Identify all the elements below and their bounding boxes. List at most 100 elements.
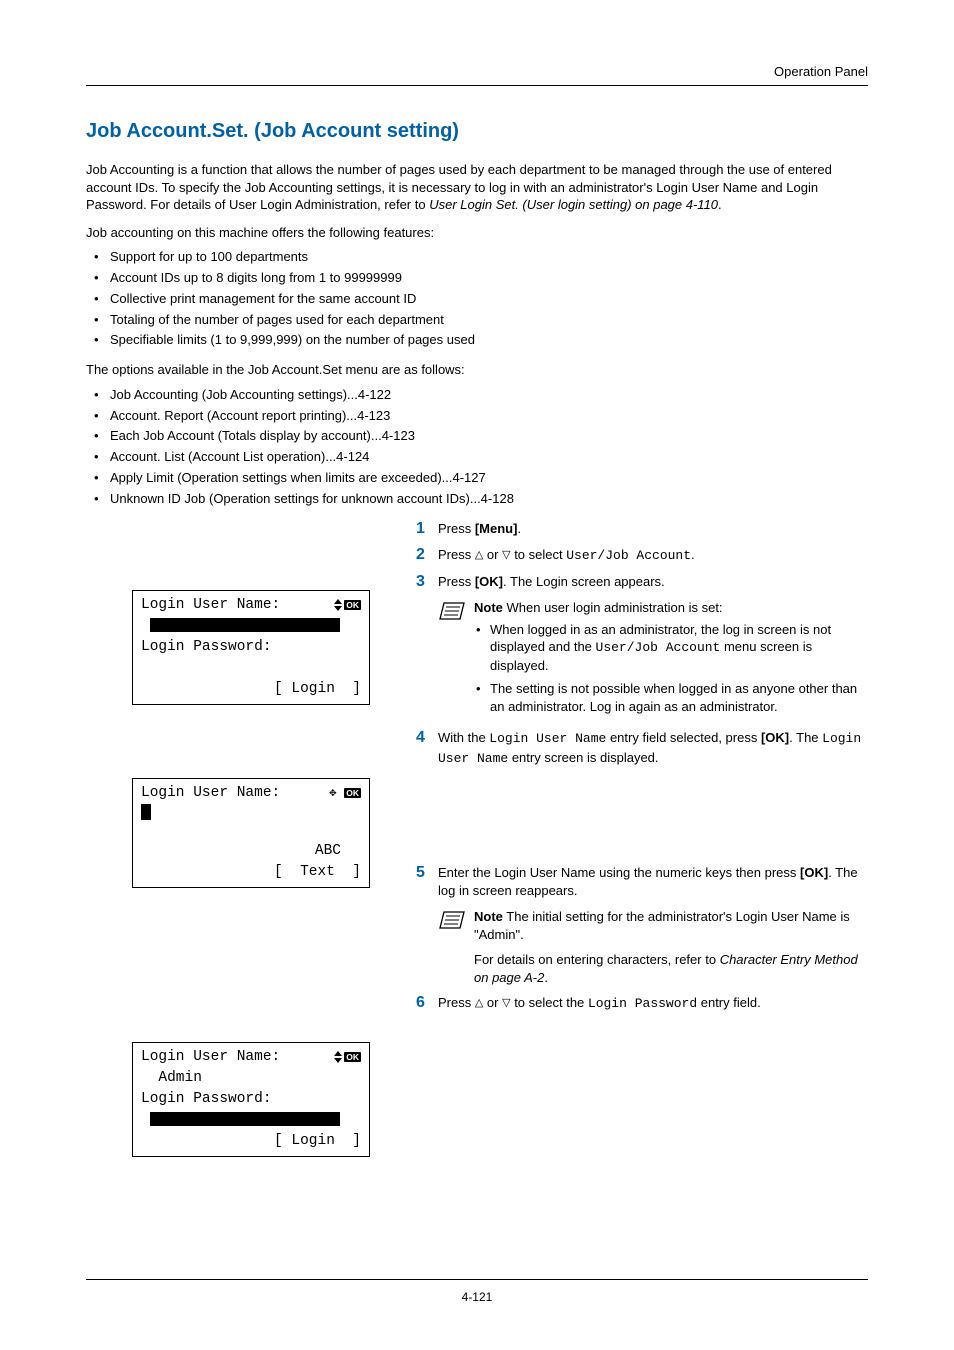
page-number: 4-121 [86,1290,868,1304]
note-mono: User/Job Account [596,640,721,655]
updown-icon [334,599,342,611]
lcd-screen-password: Login User Name: OK Admin Login Password… [132,1042,370,1157]
step-mono: User/Job Account [566,548,691,563]
lcd-mode: ABC [315,841,341,862]
step-number: 6 [416,994,438,1012]
updown-icon [334,1051,342,1063]
step-number: 2 [416,546,438,564]
step-1: 1 Press [Menu]. [416,520,868,538]
list-item: Account. List (Account List operation)..… [86,447,868,468]
note-text: When user login administration is set: [503,600,723,615]
features-list: Support for up to 100 departments Accoun… [86,247,868,351]
step-text: . [691,547,695,562]
triangle-down-icon: ▽ [502,996,510,1011]
step-text: Enter the Login User Name using the nume… [438,865,800,880]
step-text: entry field. [697,995,761,1010]
ok-icon: OK [344,788,361,799]
step-3-note: Note When user login administration is s… [416,599,868,721]
step-text: entry field selected, press [606,730,761,745]
options-list: Job Accounting (Job Accounting settings)… [86,385,868,510]
step-text: . [517,521,521,536]
step-bold: [OK] [475,574,503,589]
note-text: . [544,970,548,985]
ok-icon: OK [344,600,361,611]
step-text: or [483,995,502,1010]
ok-icon: OK [344,1052,361,1063]
lcd-icons: OK [334,599,361,611]
lcd-icons: OK [330,787,361,799]
fourway-icon [330,787,342,799]
step-text: to select [511,547,567,562]
list-item: Collective print management for the same… [86,289,868,310]
step-text: Press [438,521,475,536]
lcd-label: Login Password: [141,637,272,658]
lcd-softkey: [ Text ] [274,862,361,883]
lcd-screen-login: Login User Name: OK Login Password: [ Lo… [132,590,370,705]
step-text: to select the [511,995,588,1010]
step-text: entry screen is displayed. [508,750,658,765]
note-icon [438,599,466,623]
options-intro: The options available in the Job Account… [86,361,868,379]
lcd-softkey: [ Login ] [274,1131,361,1152]
lcd-label: Login User Name: [141,1047,280,1068]
lcd-highlight [141,1110,340,1131]
features-intro: Job accounting on this machine offers th… [86,224,868,242]
list-item: Support for up to 100 departments [86,247,868,268]
step-text: With the [438,730,489,745]
lcd-label: Login Password: [141,1089,272,1110]
note-label: Note [474,909,503,924]
note-label: Note [474,600,503,615]
step-bold: [OK] [761,730,789,745]
step-bold: [OK] [800,865,828,880]
step-5-note: Note The initial setting for the adminis… [416,908,868,986]
step-4: 4 With the Login User Name entry field s… [416,729,868,767]
note-text: The initial setting for the administrato… [474,909,850,942]
section-title: Job Account.Set. (Job Account setting) [86,120,868,143]
list-item: Job Accounting (Job Accounting settings)… [86,385,868,406]
page-footer: 4-121 [86,1279,868,1304]
lcd-screen-entry: Login User Name: OK ABC [ Text ] [132,778,370,888]
list-item: Unknown ID Job (Operation settings for u… [86,489,868,510]
step-number: 4 [416,729,438,747]
step-2: 2 Press △ or ▽ to select User/Job Accoun… [416,546,868,565]
lcd-icons: OK [334,1051,361,1063]
step-mono: Login Password [588,996,697,1011]
list-item: Account IDs up to 8 digits long from 1 t… [86,268,868,289]
list-item: Apply Limit (Operation settings when lim… [86,468,868,489]
lcd-softkey: [ Login ] [274,679,361,700]
step-text: . The [789,730,822,745]
list-item: Specifiable limits (1 to 9,999,999) on t… [86,330,868,351]
step-3: 3 Press [OK]. The Login screen appears. [416,573,868,591]
list-item: The setting is not possible when logged … [474,680,868,715]
intro-paragraph: Job Accounting is a function that allows… [86,161,868,214]
step-mono: Login User Name [489,731,606,746]
list-item: Each Job Account (Totals display by acco… [86,426,868,447]
intro-link: User Login Set. (User login setting) on … [429,197,718,212]
note-icon [438,908,466,932]
triangle-down-icon: ▽ [502,548,510,563]
step-bold: [Menu] [475,521,518,536]
lcd-value: Admin [141,1068,202,1089]
step-6: 6 Press △ or ▽ to select the Login Passw… [416,994,868,1013]
step-number: 3 [416,573,438,591]
step-text: Press [438,547,475,562]
step-text: or [483,547,502,562]
step-number: 1 [416,520,438,538]
step-text: Press [438,574,475,589]
lcd-highlight [141,616,340,637]
running-header: Operation Panel [86,64,868,79]
list-item: When logged in as an administrator, the … [474,621,868,675]
list-item: Account. Report (Account report printing… [86,406,868,427]
header-rule [86,85,868,86]
intro-end: . [718,197,722,212]
footer-rule [86,1279,868,1280]
cursor-icon [141,804,151,820]
lcd-label: Login User Name: [141,595,280,616]
lcd-label: Login User Name: [141,783,280,804]
list-item: Totaling of the number of pages used for… [86,310,868,331]
step-number: 5 [416,864,438,882]
step-5: 5 Enter the Login User Name using the nu… [416,864,868,900]
note-text: For details on entering characters, refe… [474,952,720,967]
step-text: . The Login screen appears. [503,574,665,589]
step-text: Press [438,995,475,1010]
